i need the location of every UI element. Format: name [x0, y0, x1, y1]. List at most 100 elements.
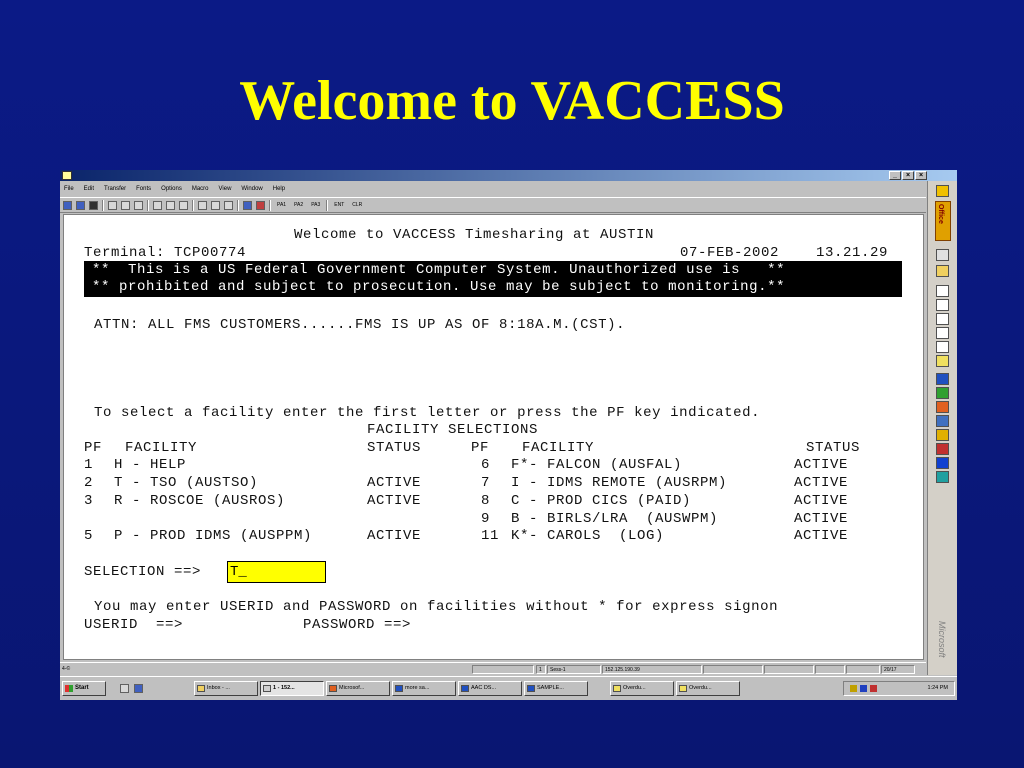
note-icon[interactable] — [936, 355, 949, 367]
col-header-facility: FACILITY — [125, 440, 198, 456]
menu-macro[interactable]: Macro — [192, 182, 209, 196]
facility-roscoe[interactable]: R - ROSCOE (AUSROS) — [114, 493, 285, 510]
facility-pf: 5 — [84, 528, 94, 544]
browser-icon[interactable] — [134, 684, 143, 693]
menu-transfer[interactable]: Transfer — [104, 182, 126, 196]
userid-label: USERID ==> — [84, 617, 184, 633]
col-header-status: STATUS — [367, 440, 422, 456]
access-icon[interactable] — [936, 443, 949, 455]
new-message-icon[interactable] — [936, 285, 949, 297]
save-icon[interactable] — [89, 200, 98, 210]
binder-icon[interactable] — [936, 429, 949, 441]
status-empty — [703, 665, 763, 674]
task-more-samples[interactable]: more sa... — [392, 681, 456, 696]
status-idms-remote: ACTIVE — [794, 475, 849, 491]
publisher-icon[interactable] — [936, 471, 949, 483]
screenshot-window: _ × × File Edit Transfer Fonts Options M… — [60, 170, 957, 700]
facility-falcon[interactable]: F*- FALCON (AUSFAL) — [511, 457, 682, 474]
excel-icon[interactable] — [936, 387, 949, 399]
task-aac-ds[interactable]: AAC DS... — [458, 681, 522, 696]
warning-line-2: ** prohibited and subject to prosecution… — [92, 279, 786, 295]
send-icon[interactable] — [63, 200, 72, 210]
journal-icon[interactable] — [936, 341, 949, 353]
copy-icon[interactable] — [121, 200, 130, 210]
attn-message: ATTN: ALL FMS CUSTOMERS......FMS IS UP A… — [94, 317, 626, 333]
facility-pf: 8 — [481, 493, 491, 509]
terminal-screen[interactable]: Welcome to VACCESS Timesharing at AUSTIN… — [63, 214, 924, 660]
desktop-icon[interactable] — [120, 684, 129, 693]
status-empty — [846, 665, 880, 674]
word-icon[interactable] — [936, 373, 949, 385]
session-number: 1 — [536, 665, 546, 674]
task-sample[interactable]: SAMPLE... — [524, 681, 588, 696]
system-tray: 1:24 PM — [843, 681, 955, 696]
antivirus-icon[interactable] — [870, 685, 877, 692]
facility-idms-remote[interactable]: I - IDMS REMOTE (AUSRPM) — [511, 475, 727, 492]
facility-carols[interactable]: K*- CAROLS (LOG) — [511, 528, 664, 545]
help-icon[interactable] — [243, 200, 252, 210]
toolbar-divider — [237, 199, 239, 211]
open-folder-icon[interactable] — [224, 200, 233, 210]
volume-icon[interactable] — [850, 685, 857, 692]
menu-options[interactable]: Options — [161, 182, 182, 196]
pa3-key[interactable]: PA3 — [309, 202, 322, 208]
cut-icon[interactable] — [108, 200, 117, 210]
menu-file[interactable]: File — [64, 182, 74, 196]
minimize-button[interactable]: _ — [889, 171, 901, 180]
terminal-time: 13.21.29 — [816, 245, 889, 261]
pa1-key[interactable]: PA1 — [275, 202, 288, 208]
pa2-key[interactable]: PA2 — [292, 202, 305, 208]
task-overdue-2[interactable]: Overdu... — [676, 681, 740, 696]
powerpoint-icon[interactable] — [936, 401, 949, 413]
facility-prod-idms[interactable]: P - PROD IDMS (AUSPPM) — [114, 528, 312, 545]
cursor-position: 20/17 — [881, 665, 915, 674]
maximize-button[interactable]: × — [902, 171, 914, 180]
font-small-icon[interactable] — [166, 200, 175, 210]
facility-birls[interactable]: B - BIRLS/LRA (AUSWPM) — [511, 511, 718, 528]
terminal-date: 07-FEB-2002 — [680, 245, 780, 261]
task-inbox[interactable]: Inbox - ... — [194, 681, 258, 696]
font-icon[interactable] — [179, 200, 188, 210]
facility-help[interactable]: H - HELP — [114, 457, 186, 474]
calendar-icon[interactable] — [936, 249, 949, 261]
office-menu-icon[interactable] — [936, 185, 949, 197]
internet-explorer-icon[interactable] — [936, 457, 949, 469]
task-terminal-session[interactable]: 1 - 152... — [260, 681, 324, 696]
menu-window[interactable]: Window — [241, 182, 262, 196]
folder-icon[interactable] — [211, 200, 220, 210]
new-task-icon[interactable] — [936, 313, 949, 325]
network-icon[interactable] — [860, 685, 867, 692]
menu-edit[interactable]: Edit — [84, 182, 94, 196]
status-indicator: 4-© — [62, 666, 71, 672]
status-carols: ACTIVE — [794, 528, 849, 544]
facility-tso[interactable]: T - TSO (AUSTSO) — [114, 475, 258, 492]
clock: 1:24 PM — [927, 685, 948, 691]
task-overdue-1[interactable]: Overdu... — [610, 681, 674, 696]
open-document-icon[interactable] — [936, 265, 949, 277]
paste-icon[interactable] — [134, 200, 143, 210]
menu-fonts[interactable]: Fonts — [136, 182, 151, 196]
start-button[interactable]: Start — [62, 681, 106, 696]
window-titlebar[interactable]: _ × × — [60, 170, 957, 181]
stop-icon[interactable] — [256, 200, 265, 210]
host-ip: 152.125.190.39 — [602, 665, 702, 674]
task-microsoft[interactable]: Microsof... — [326, 681, 390, 696]
status-tso: ACTIVE — [367, 475, 422, 491]
facility-prod-cics[interactable]: C - PROD CICS (PAID) — [511, 493, 691, 510]
print-icon[interactable] — [198, 200, 207, 210]
clear-key[interactable]: CLR — [350, 202, 364, 208]
toolbar-divider — [269, 199, 271, 211]
close-button[interactable]: × — [915, 171, 927, 180]
font-size-icon[interactable] — [153, 200, 162, 210]
enter-key[interactable]: ENT — [332, 202, 346, 208]
new-appointment-icon[interactable] — [936, 299, 949, 311]
status-empty — [764, 665, 814, 674]
menu-view[interactable]: View — [219, 182, 232, 196]
receive-icon[interactable] — [76, 200, 85, 210]
new-contact-icon[interactable] — [936, 327, 949, 339]
facility-pf: 6 — [481, 457, 491, 473]
selection-input[interactable]: T_ — [227, 561, 326, 583]
status-prod-cics: ACTIVE — [794, 493, 849, 509]
menu-help[interactable]: Help — [273, 182, 285, 196]
outlook-icon[interactable] — [936, 415, 949, 427]
